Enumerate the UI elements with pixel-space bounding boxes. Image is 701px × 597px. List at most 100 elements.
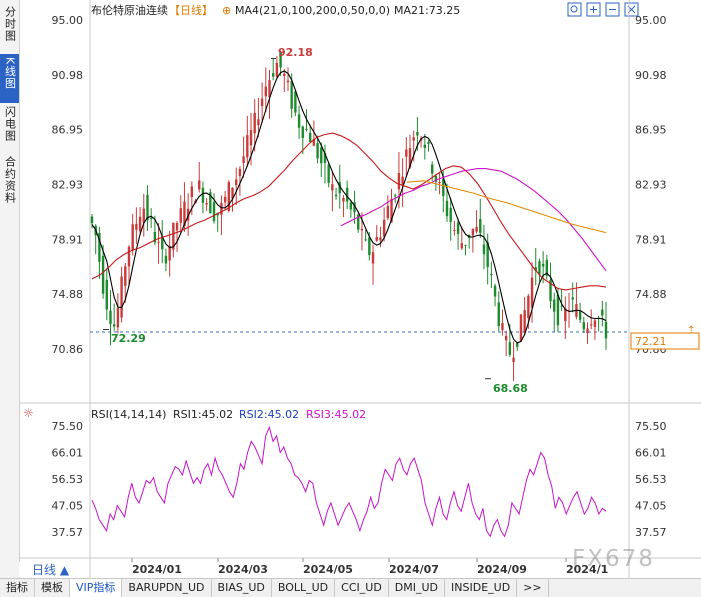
rsi-tick-right: 56.53	[635, 473, 667, 486]
candle-body	[375, 236, 378, 241]
tab-timeshare[interactable]: 分时图	[0, 6, 19, 46]
watermark: FX678	[572, 546, 655, 572]
zoom-in-icon[interactable]	[586, 2, 601, 17]
candle-body	[412, 137, 415, 141]
indicator-tab[interactable]: DMI_UD	[389, 579, 446, 597]
left-tab-bar: 分时图 K线图 闪电图 合约资料	[0, 0, 20, 578]
settings-icon[interactable]: ⊕	[222, 4, 231, 17]
zoom-out-icon[interactable]	[605, 2, 620, 17]
indicator-tab[interactable]: VIP指标	[70, 579, 123, 597]
candle-body	[297, 114, 301, 128]
candle-body	[519, 314, 523, 342]
candle-body	[334, 194, 338, 197]
indicator-tab[interactable]: BIAS_UD	[212, 579, 272, 597]
candle-body	[438, 182, 441, 184]
candle-body	[264, 86, 267, 97]
candle-body	[294, 91, 297, 113]
candle-body	[471, 228, 475, 236]
tab-tick[interactable]: 闪电图	[0, 106, 19, 150]
candle-body	[146, 194, 149, 221]
candle-body	[175, 222, 179, 231]
candle-body	[301, 126, 304, 138]
candle-body	[242, 156, 245, 163]
indicator-tab[interactable]: 模板	[35, 579, 70, 597]
low-price-label-2: 68.68	[493, 382, 528, 395]
candle-body	[497, 302, 500, 327]
candle-body	[179, 208, 182, 223]
candle-body	[527, 295, 530, 319]
indicator-tab[interactable]: BARUPDN_UD	[122, 579, 212, 597]
search-icon[interactable]	[567, 2, 582, 17]
indicator-tab-bar: 指标 模板 VIP指标 BARUPDN_UD BIAS_UD BOLL_UD CCI_UD D…	[0, 578, 701, 597]
toolbar	[567, 2, 639, 17]
candle-body	[479, 219, 482, 233]
candle-body	[320, 147, 323, 164]
candle-body	[105, 279, 108, 310]
candle-body	[120, 276, 123, 318]
candle-body	[127, 246, 131, 267]
date-tick-label: 2024/09	[477, 563, 527, 576]
date-tick-label: 2024/01	[132, 563, 182, 576]
price-tick-left: 74.88	[52, 288, 84, 301]
candle-body	[508, 342, 512, 355]
candle-body	[238, 168, 242, 176]
candle-body	[423, 144, 427, 148]
ma21-label: MA21:73.25	[394, 4, 460, 17]
candle-body	[586, 328, 589, 334]
indicator-tab[interactable]: 指标	[0, 579, 35, 597]
indicator-tab[interactable]: >>	[517, 579, 549, 597]
low-price-label-1: 72.29	[111, 332, 146, 345]
candle-body	[305, 128, 308, 130]
price-tick-right: 78.91	[635, 233, 667, 246]
candle-body	[316, 143, 319, 159]
candle-body	[464, 244, 467, 246]
candle-body	[590, 324, 593, 326]
candle-body	[349, 202, 353, 210]
symbol-title: 布伦特原油连续	[91, 3, 168, 17]
candle-body	[135, 223, 138, 230]
period-button-label: 日线 ▲	[32, 563, 70, 577]
candle-body	[157, 241, 160, 243]
candle-body	[490, 273, 493, 276]
rsi-tick-left: 56.53	[52, 473, 84, 486]
candle-body	[253, 112, 256, 134]
candle-body	[578, 311, 582, 320]
tab-contract-info[interactable]: 合约资料	[0, 156, 19, 216]
candle-body	[360, 228, 364, 231]
candle-body	[482, 244, 486, 255]
period-button[interactable]: 日线 ▲	[19, 562, 70, 577]
chevron-up-icon: ⇡	[687, 325, 695, 336]
current-price-label: 72.21	[635, 335, 667, 348]
candle-body	[453, 229, 456, 231]
candle-body	[431, 164, 434, 174]
rsi-axis: 75.50 75.50 66.01 66.01 56.53 56.53 47.05 47.05…	[52, 420, 667, 539]
candle-body	[601, 309, 604, 316]
date-tick-label: 2024/05	[303, 563, 353, 576]
candle-body	[571, 297, 574, 300]
indicator-tab[interactable]: CCI_UD	[335, 579, 389, 597]
rsi-tick-left: 47.05	[52, 500, 84, 513]
rsi-title: RSI(14,14,14)	[91, 408, 166, 421]
candle-body	[116, 307, 120, 328]
candle-body	[604, 321, 608, 339]
candle-body	[327, 164, 330, 183]
candle-body	[246, 135, 249, 158]
candle-body	[308, 132, 312, 142]
indicator-tab[interactable]: BOLL_UD	[272, 579, 336, 597]
candle-body	[164, 255, 168, 264]
candle-body	[260, 98, 264, 106]
candle-body	[445, 200, 449, 217]
ma-mid-line	[91, 132, 607, 291]
tab-kline[interactable]: K线图	[0, 54, 19, 103]
candle-body	[449, 207, 452, 222]
high-price-label: 92.18	[278, 46, 313, 59]
candle-body	[286, 80, 290, 83]
date-tick-label: 2024/07	[389, 563, 439, 576]
indicator-tab[interactable]: INSIDE_UD	[445, 579, 518, 597]
chart-area[interactable]: 布伦特原油连续 【日线】 ⊕ MA4(21,0,100,200,0,50,0,0…	[19, 0, 701, 578]
candle-body	[220, 202, 223, 215]
candle-body	[460, 243, 463, 249]
price-tick-left: 78.91	[52, 233, 84, 246]
rsi-series	[91, 425, 607, 538]
rsi-settings-icon[interactable]: ☼	[23, 406, 34, 420]
